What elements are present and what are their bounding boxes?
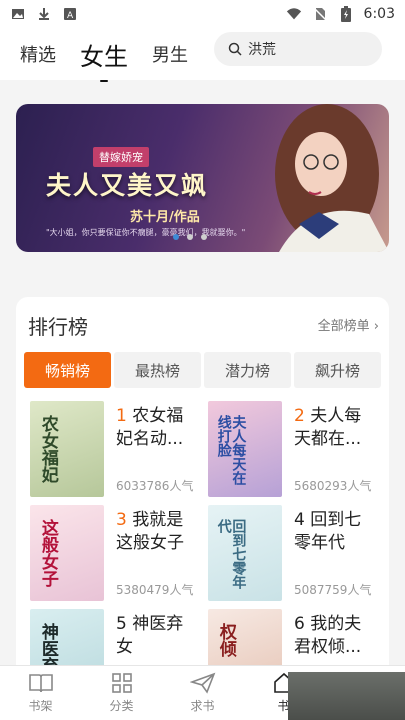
book-rank: 4 — [294, 510, 305, 530]
nav-category[interactable]: 分类 — [81, 666, 162, 720]
book-popularity: 5087759人气 — [294, 583, 372, 597]
banner-title: 夫人又美又飒 — [46, 171, 209, 200]
book-rank: 5 — [116, 614, 127, 634]
book-title: 3 我就是这般女子 — [116, 509, 194, 555]
search-input[interactable]: 洪荒 — [214, 32, 382, 66]
all-rankings-link[interactable]: 全部榜单 › — [318, 315, 379, 334]
search-value: 洪荒 — [248, 42, 276, 58]
send-icon — [189, 672, 215, 694]
book-cover: 夫人每天在线打脸 — [208, 401, 282, 497]
book-rank: 3 — [116, 510, 127, 530]
status-bar: A 6:03 — [0, 0, 405, 28]
book-rank: 1 — [116, 406, 127, 426]
nav-label: 求书 — [190, 699, 215, 713]
no-sim-icon — [312, 6, 328, 22]
tab-female[interactable]: 女生 — [80, 37, 128, 82]
tab-featured[interactable]: 精选 — [20, 41, 56, 67]
cover-title: 夫人每天在线打脸 — [215, 415, 247, 485]
ranking-title: 排行榜 — [28, 315, 88, 339]
book-title-text: 农女福妃名动... — [116, 406, 184, 449]
book-cover: 农女福妃 — [30, 401, 104, 497]
wifi-icon — [286, 6, 302, 22]
download-icon — [36, 6, 52, 22]
book-item[interactable]: 夫人每天在线打脸 2 夫人每天都在... 5680293人气 — [202, 401, 374, 497]
promo-banner[interactable]: 替嫁娇宠 夫人又美又飒 苏十月/作品 "大小姐，你只要保证你不瘸腿，豪豪我们，我… — [16, 104, 389, 252]
book-title: 5 神医弃女 — [116, 613, 194, 659]
banner-character-illustration — [275, 104, 389, 252]
nav-label: 分类 — [109, 699, 134, 713]
book-item[interactable]: 这般女子 3 我就是这般女子 5380479人气 — [24, 505, 196, 601]
tab-bestseller[interactable]: 畅销榜 — [24, 352, 111, 388]
tab-male[interactable]: 男生 — [152, 41, 188, 67]
status-time: 6:03 — [363, 6, 395, 22]
book-item[interactable]: 农女福妃 1 农女福妃名动... 6033786人气 — [24, 401, 196, 497]
book-title-text: 神医弃女 — [116, 614, 184, 657]
book-cover: 回到七零年代 — [208, 505, 282, 601]
nav-label: 书架 — [28, 699, 53, 713]
font-icon: A — [62, 6, 78, 22]
top-nav: 精选 女生 男生 洪荒 — [0, 28, 405, 82]
floating-overlay — [288, 672, 405, 720]
image-icon — [10, 6, 26, 22]
book-popularity: 5680293人气 — [294, 479, 372, 493]
book-title-text: 我的夫君权倾... — [294, 614, 362, 657]
all-rankings-label: 全部榜单 — [317, 319, 370, 334]
banner-tag: 替嫁娇宠 — [93, 147, 149, 167]
book-title: 4 回到七零年代 — [294, 509, 372, 555]
search-icon — [228, 42, 242, 56]
cover-title: 权倾 — [215, 623, 236, 657]
tab-potential[interactable]: 潜力榜 — [204, 352, 291, 388]
cover-title: 回到七零年代 — [215, 519, 247, 589]
ranking-card: 排行榜 全部榜单 › 畅销榜 最热榜 潜力榜 飙升榜 农女福妃 1 农女福妃名动… — [16, 297, 389, 677]
pager-dot[interactable] — [201, 234, 207, 240]
book-rank: 2 — [294, 406, 305, 426]
book-item[interactable]: 回到七零年代 4 回到七零年代 5087759人气 — [202, 505, 374, 601]
svg-text:A: A — [67, 11, 74, 21]
book-title-text: 我就是这般女子 — [116, 510, 184, 553]
book-popularity: 6033786人气 — [116, 479, 194, 493]
book-title: 2 夫人每天都在... — [294, 405, 372, 451]
tab-hottest[interactable]: 最热榜 — [114, 352, 201, 388]
cover-title: 这般女子 — [37, 519, 58, 587]
banner-quote: "大小姐，你只要保证你不瘸腿，豪豪我们，我就娶你。" — [46, 228, 246, 237]
tab-rising[interactable]: 飙升榜 — [294, 352, 381, 388]
book-open-icon — [28, 674, 53, 693]
cover-title: 农女福妃 — [37, 415, 58, 483]
book-cover: 这般女子 — [30, 505, 104, 601]
nav-bookshelf[interactable]: 书架 — [0, 666, 81, 720]
nav-request[interactable]: 求书 — [162, 666, 243, 720]
book-popularity: 5380479人气 — [116, 583, 194, 597]
banner-author: 苏十月/作品 — [130, 210, 200, 225]
book-title-text: 夫人每天都在... — [294, 406, 362, 449]
ranking-tabs: 畅销榜 最热榜 潜力榜 飙升榜 — [24, 352, 381, 388]
battery-charging-icon — [338, 6, 354, 22]
book-title: 6 我的夫君权倾... — [294, 613, 372, 659]
pager-dot[interactable] — [187, 234, 193, 240]
banner-pager — [173, 234, 207, 240]
book-rank: 6 — [294, 614, 305, 634]
grid-icon — [111, 673, 132, 693]
chevron-right-icon: › — [373, 319, 379, 334]
pager-dot[interactable] — [173, 234, 179, 240]
book-title: 1 农女福妃名动... — [116, 405, 194, 451]
book-title-text: 回到七零年代 — [294, 510, 362, 553]
